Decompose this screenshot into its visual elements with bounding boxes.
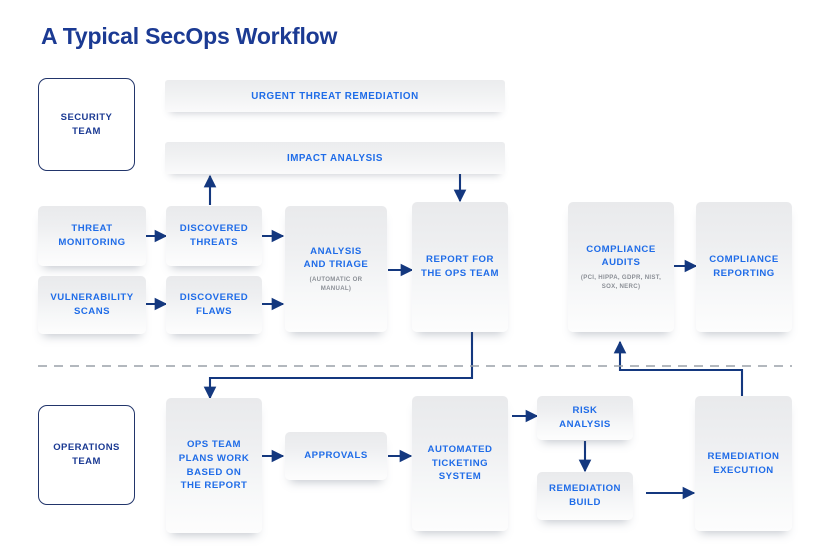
node-remediation-build[interactable]: REMEDIATION BUILD xyxy=(537,472,633,520)
node-risk-analysis[interactable]: RISK ANALYSIS xyxy=(537,396,633,440)
node-report-for-ops-team[interactable]: REPORT FOR THE OPS TEAM xyxy=(412,202,508,332)
node-compliance-reporting-line2: REPORTING xyxy=(713,268,775,279)
node-remediation-build-line2: BUILD xyxy=(569,497,601,508)
node-approvals-line1: APPROVALS xyxy=(304,450,368,462)
node-automated-ticketing-system[interactable]: AUTOMATED TICKETING SYSTEM xyxy=(412,396,508,531)
banner-impact-analysis[interactable]: IMPACT ANALYSIS xyxy=(165,142,505,174)
node-discovered-flaws-line2: FLAWS xyxy=(195,306,233,317)
swimlane-label-operations-team: OPERATIONS TEAM xyxy=(38,405,135,505)
node-remediation-execution-line2: EXECUTION xyxy=(713,464,774,476)
node-remediation-build-line1: REMEDIATION xyxy=(549,483,621,495)
node-automated-ticketing-line1: AUTOMATED xyxy=(427,444,493,456)
node-ops-team-plans-work-line2: PLANS WORK xyxy=(178,452,250,464)
node-automated-ticketing-line3: SYSTEM xyxy=(438,471,482,483)
arrow-remediation-exec-to-audits xyxy=(613,340,744,400)
node-risk-analysis-line2: ANALYSIS xyxy=(559,419,611,430)
node-threat-monitoring-line1: THREAT xyxy=(71,223,113,235)
banner-urgent-threat-remediation-label: URGENT THREAT REMEDIATION xyxy=(251,90,419,102)
node-vulnerability-scans[interactable]: VULNERABILITY SCANS xyxy=(38,276,146,334)
node-remediation-execution[interactable]: REMEDIATION EXECUTION xyxy=(695,396,792,531)
node-discovered-threats[interactable]: DISCOVERED THREATS xyxy=(166,206,262,266)
node-remediation-execution-line1: REMEDIATION xyxy=(707,450,780,462)
node-discovered-threats-line1: DISCOVERED xyxy=(179,223,249,235)
node-analysis-and-triage[interactable]: ANALYSIS AND TRIAGE (AUTOMATIC OR MANUAL… xyxy=(285,206,387,332)
operations-team-label-line1: OPERATIONS xyxy=(53,442,120,454)
node-report-for-ops-team-line2: THE OPS TEAM xyxy=(421,268,499,279)
node-vulnerability-scans-line1: VULNERABILITY xyxy=(50,292,134,304)
node-discovered-flaws-line1: DISCOVERED xyxy=(179,292,249,304)
node-compliance-audits-line1: COMPLIANCE xyxy=(586,243,656,255)
node-compliance-reporting[interactable]: COMPLIANCE REPORTING xyxy=(696,202,792,332)
node-report-for-ops-team-line1: REPORT FOR xyxy=(426,254,494,266)
node-compliance-audits-line2: AUDITS xyxy=(601,257,641,269)
operations-team-label-line2: TEAM xyxy=(72,456,101,467)
node-vulnerability-scans-line2: SCANS xyxy=(73,306,111,317)
node-automated-ticketing-line2: TICKETING xyxy=(431,457,489,469)
node-compliance-audits[interactable]: COMPLIANCE AUDITS (PCI, HIPPA, GDPR, NIS… xyxy=(568,202,674,332)
node-ops-team-plans-work-line4: THE REPORT xyxy=(180,480,248,492)
node-compliance-audits-subtitle: (PCI, HIPPA, GDPR, NIST, SOX, NERC) xyxy=(580,273,662,291)
node-analysis-and-triage-line1: ANALYSIS xyxy=(310,245,362,257)
node-risk-analysis-line1: RISK xyxy=(572,405,598,417)
security-team-label-line1: SECURITY xyxy=(60,111,113,123)
swimlane-label-security-team: SECURITY TEAM xyxy=(38,78,135,171)
node-analysis-and-triage-subtitle: (AUTOMATIC OR MANUAL) xyxy=(309,275,363,293)
banner-urgent-threat-remediation[interactable]: URGENT THREAT REMEDIATION xyxy=(165,80,505,112)
workflow-diagram: A Typical SecOps Workflow SECURITY TEAM … xyxy=(0,0,830,550)
page-title: A Typical SecOps Workflow xyxy=(41,23,338,49)
node-approvals[interactable]: APPROVALS xyxy=(285,432,387,480)
node-threat-monitoring-line2: MONITORING xyxy=(58,237,126,248)
node-ops-team-plans-work-line1: OPS TEAM xyxy=(186,439,242,451)
node-threat-monitoring[interactable]: THREAT MONITORING xyxy=(38,206,146,266)
node-compliance-reporting-line1: COMPLIANCE xyxy=(709,254,779,266)
node-discovered-flaws[interactable]: DISCOVERED FLAWS xyxy=(166,276,262,334)
node-discovered-threats-line2: THREATS xyxy=(189,237,239,248)
security-team-label-line2: TEAM xyxy=(72,125,101,137)
node-ops-team-plans-work-line3: BASED ON xyxy=(186,466,242,478)
node-analysis-and-triage-line2: AND TRIAGE xyxy=(303,259,369,271)
arrow-report-to-ops-plans xyxy=(203,330,474,400)
banner-impact-analysis-label: IMPACT ANALYSIS xyxy=(286,152,384,164)
node-ops-team-plans-work[interactable]: OPS TEAM PLANS WORK BASED ON THE REPORT xyxy=(166,398,262,533)
